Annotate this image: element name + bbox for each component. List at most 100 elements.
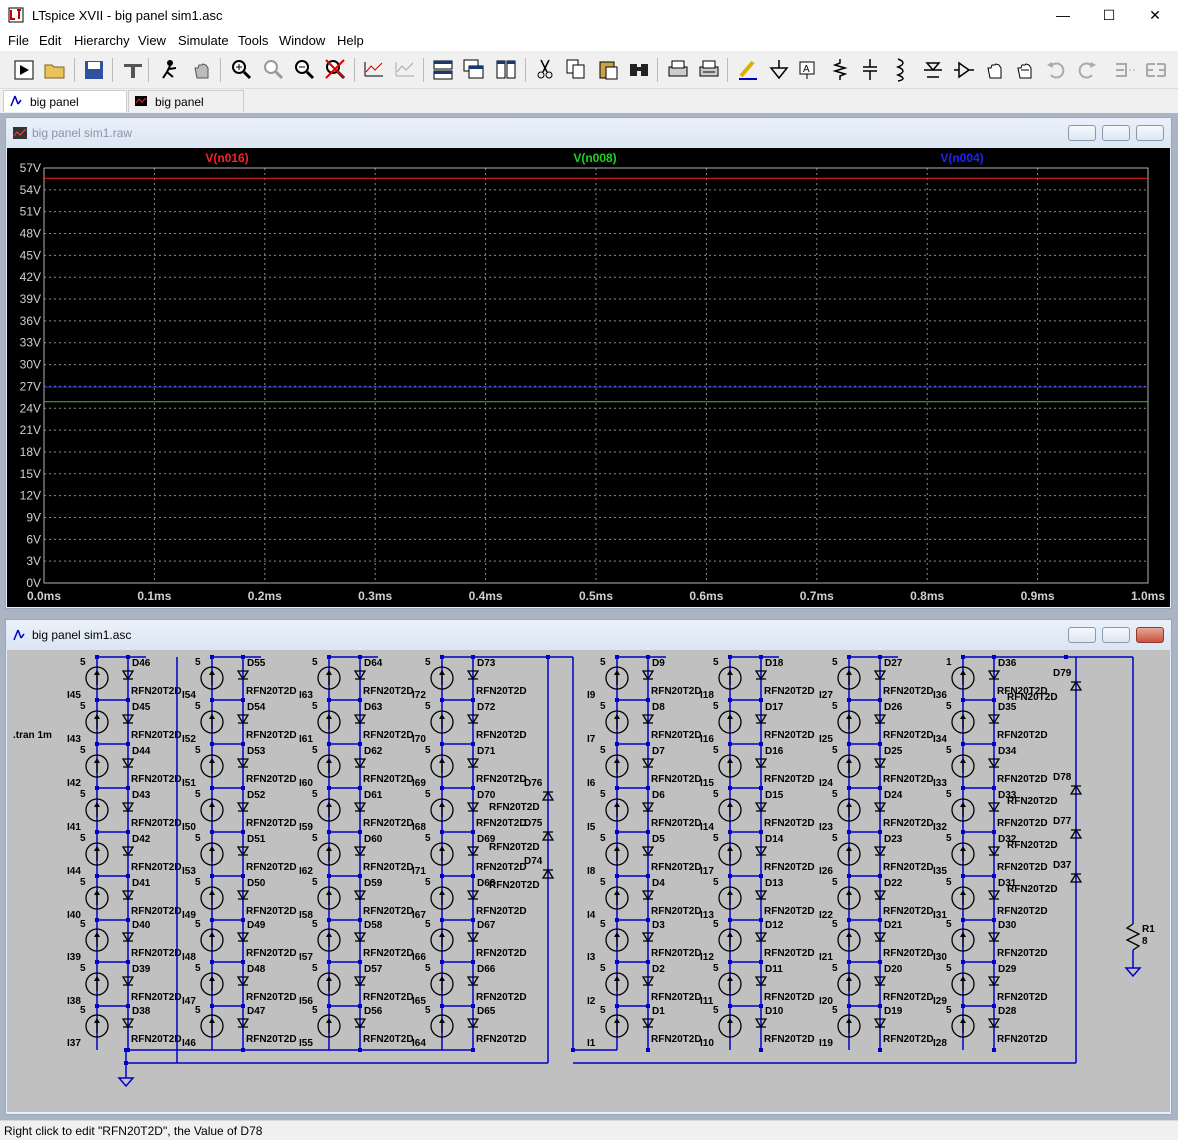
junction-dot	[992, 1004, 996, 1008]
junction-dot	[878, 960, 882, 964]
run-icon[interactable]	[11, 56, 37, 84]
waveform-icon	[135, 96, 147, 106]
rotate-icon[interactable]	[1112, 56, 1138, 84]
junction-dot	[471, 874, 475, 878]
junction-dot	[615, 918, 619, 922]
junction-dot	[728, 786, 732, 790]
source-value: 5	[80, 789, 86, 800]
resistor-r1[interactable]	[1125, 923, 1141, 951]
move-icon[interactable]	[982, 56, 1008, 84]
restore-button[interactable]	[1102, 627, 1130, 643]
diode-name: D71	[477, 746, 496, 757]
diode-name: D11	[765, 964, 783, 975]
tab-schematic[interactable]: big panel sim1.asc	[3, 90, 127, 131]
junction-dot	[126, 786, 130, 790]
schematic-canvas[interactable]: .tran 1m5I45D46RFN20T2D5I43D45RFN20T2D5I…	[7, 650, 1170, 1112]
control-panel-icon[interactable]	[120, 56, 146, 84]
probe-icon[interactable]	[157, 56, 183, 84]
print-icon[interactable]	[665, 56, 691, 84]
y-tick-label: 21V	[20, 423, 41, 437]
junction-dot	[241, 698, 245, 702]
diode-model: RFN20T2D	[363, 686, 414, 697]
legend-label[interactable]: V(n016)	[205, 151, 248, 165]
diode-model: RFN20T2D	[363, 818, 414, 829]
waveform-window[interactable]: big panel sim1.raw 0V 3V 6V 9V 12V 15V 18V 21V 2…	[5, 117, 1172, 609]
autorange-disabled-icon[interactable]	[392, 56, 418, 84]
open-icon[interactable]	[42, 56, 68, 84]
close-button[interactable]	[1136, 125, 1164, 141]
minimize-button[interactable]: —	[1040, 0, 1086, 31]
close-button[interactable]	[1136, 627, 1164, 643]
diode-name: D23	[884, 834, 903, 845]
junction-dot	[95, 918, 99, 922]
diode-name: D49	[247, 920, 266, 931]
diode-name: D67	[477, 920, 496, 931]
diode-model: RFN20T2D	[131, 992, 182, 1003]
print-setup-icon[interactable]	[696, 56, 722, 84]
junction-dot	[95, 874, 99, 878]
diode-icon[interactable]	[920, 56, 946, 84]
source-name: I52	[182, 734, 196, 745]
capacitor-icon[interactable]	[857, 56, 883, 84]
maximize-button[interactable]: ☐	[1086, 0, 1132, 31]
resistor-icon[interactable]	[827, 56, 853, 84]
close-button[interactable]: ✕	[1132, 0, 1178, 31]
diode-model: RFN20T2D	[651, 862, 702, 873]
menu-view[interactable]: View	[138, 33, 166, 48]
restore-button[interactable]	[1102, 125, 1130, 141]
schematic-window[interactable]: big panel sim1.asc .tran 1m 5 I45 D46 RFN20T…	[5, 619, 1172, 1115]
legend-label[interactable]: V(n008)	[573, 151, 616, 165]
waveform-plot[interactable]: 0V 3V 6V 9V 12V 15V 18V 21V 24V 27V 30V 33V 36V 39V 42…	[7, 148, 1170, 607]
junction-dot	[759, 918, 763, 922]
menu-hierarchy[interactable]: Hierarchy	[74, 33, 130, 48]
legend-label[interactable]: V(n004)	[940, 151, 983, 165]
zoom-out-icon[interactable]	[291, 56, 317, 84]
minimize-button[interactable]	[1068, 125, 1096, 141]
ground-icon[interactable]	[766, 56, 792, 84]
cut-icon[interactable]	[532, 56, 558, 84]
tab-waveform[interactable]: big panel sim1.raw	[128, 90, 244, 131]
pan-hand-icon[interactable]	[189, 56, 215, 84]
redo-icon[interactable]	[1074, 56, 1100, 84]
autorange-icon[interactable]	[361, 56, 387, 84]
tile-vertical-icon[interactable]	[493, 56, 519, 84]
menu-simulate[interactable]: Simulate	[178, 33, 229, 48]
junction-dot	[961, 1004, 965, 1008]
x-tick-label: 0.9ms	[1021, 589, 1055, 603]
zoom-fit-icon[interactable]	[260, 56, 286, 84]
source-value: 5	[425, 877, 431, 888]
cascade-icon[interactable]	[461, 56, 487, 84]
source-name: I69	[412, 778, 426, 789]
y-tick-label: 33V	[20, 336, 41, 350]
zoom-in-icon[interactable]	[228, 56, 254, 84]
junction-dot	[615, 830, 619, 834]
inductor-icon[interactable]	[888, 56, 914, 84]
menu-file[interactable]: File	[8, 33, 29, 48]
diode-model: RFN20T2D	[764, 686, 815, 697]
label-net-icon[interactable]: A	[795, 56, 821, 84]
save-icon[interactable]	[81, 56, 107, 84]
undo-icon[interactable]	[1043, 56, 1069, 84]
source-value: 5	[946, 877, 952, 888]
source-value: 5	[425, 745, 431, 756]
menu-edit[interactable]: Edit	[39, 33, 61, 48]
find-icon[interactable]	[626, 56, 652, 84]
zoom-cancel-icon[interactable]	[322, 56, 348, 84]
x-tick-label: 0.4ms	[469, 589, 503, 603]
junction-dot	[615, 874, 619, 878]
mirror-icon[interactable]	[1143, 56, 1169, 84]
copy-icon[interactable]	[563, 56, 589, 84]
diode-model: RFN20T2D	[489, 842, 540, 853]
source-name: I17	[700, 866, 714, 877]
menu-help[interactable]: Help	[337, 33, 364, 48]
minimize-button[interactable]	[1068, 627, 1096, 643]
component-icon[interactable]	[951, 56, 977, 84]
drag-icon[interactable]	[1012, 56, 1038, 84]
menu-tools[interactable]: Tools	[238, 33, 268, 48]
window-title: LTspice XVII - big panel sim1.asc	[32, 8, 223, 23]
draw-wire-icon[interactable]	[735, 56, 761, 84]
source-name: I28	[933, 1038, 947, 1049]
tile-horizontal-icon[interactable]	[430, 56, 456, 84]
menu-window[interactable]: Window	[279, 33, 325, 48]
paste-icon[interactable]	[595, 56, 621, 84]
